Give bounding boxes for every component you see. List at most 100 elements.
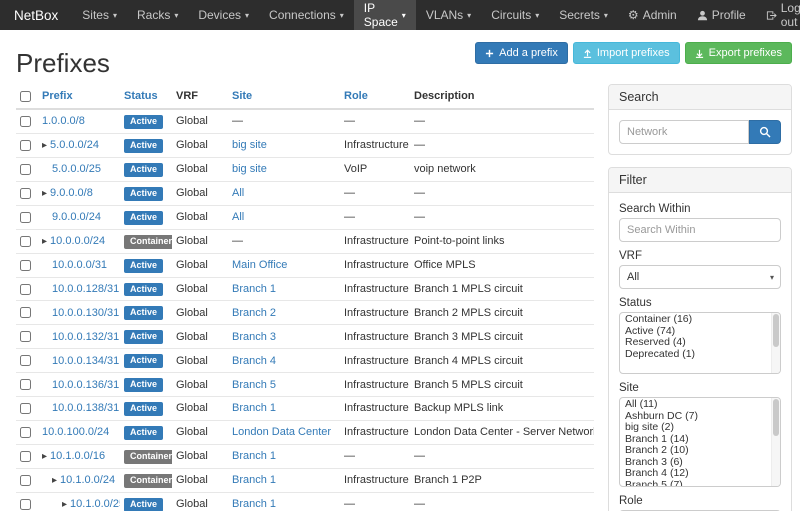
listbox-option[interactable]: Container (16) — [620, 314, 780, 326]
prefix-link[interactable]: 5.0.0.0/25 — [52, 163, 101, 175]
table-row: ▸9.0.0.0/8ActiveGlobalAll—— — [16, 181, 594, 205]
column-header-site[interactable]: Site — [228, 84, 340, 109]
site-link[interactable]: Branch 5 — [232, 379, 276, 391]
prefix-link[interactable]: 10.0.0.138/31 — [52, 402, 119, 414]
prefix-link[interactable]: 10.0.0.130/31 — [52, 307, 119, 319]
row-checkbox[interactable] — [20, 284, 31, 295]
nav-item-label: Log out — [781, 1, 800, 29]
listbox-option[interactable]: big site (2) — [620, 422, 780, 434]
prefix-link[interactable]: 9.0.0.0/8 — [50, 187, 93, 199]
prefix-link[interactable]: 10.0.0.132/31 — [52, 331, 119, 343]
prefix-link[interactable]: 10.1.0.0/24 — [60, 474, 115, 486]
nav-item-sites[interactable]: Sites▾ — [72, 0, 127, 30]
nav-item-racks[interactable]: Racks▾ — [127, 0, 188, 30]
site-link[interactable]: Branch 1 — [232, 498, 276, 510]
row-checkbox[interactable] — [20, 403, 31, 414]
row-checkbox[interactable] — [20, 499, 31, 510]
row-checkbox[interactable] — [20, 379, 31, 390]
prefix-link[interactable]: 10.0.0.0/31 — [52, 259, 107, 271]
row-checkbox[interactable] — [20, 307, 31, 318]
row-checkbox[interactable] — [20, 212, 31, 223]
prefix-link[interactable]: 10.0.0.0/24 — [50, 235, 105, 247]
add-a-prefix-button[interactable]: Add a prefix — [475, 42, 568, 64]
listbox-option[interactable]: Reserved (4) — [620, 337, 780, 349]
nav-item-devices[interactable]: Devices▾ — [188, 0, 259, 30]
column-header-status[interactable]: Status — [120, 84, 172, 109]
site-link[interactable]: Branch 4 — [232, 355, 276, 367]
listbox-option[interactable]: Deprecated (1) — [620, 349, 780, 361]
site-link[interactable]: Branch 3 — [232, 331, 276, 343]
site-link[interactable]: Branch 1 — [232, 474, 276, 486]
column-header-role[interactable]: Role — [340, 84, 410, 109]
select-all-checkbox[interactable] — [20, 91, 31, 102]
prefix-link[interactable]: 1.0.0.0/8 — [42, 115, 85, 127]
status-badge: Active — [124, 402, 163, 416]
row-checkbox[interactable] — [20, 140, 31, 151]
site-link[interactable]: Branch 1 — [232, 283, 276, 295]
role-value: — — [344, 187, 355, 199]
prefix-link[interactable]: 10.1.0.0/16 — [50, 450, 105, 462]
prefix-link[interactable]: 5.0.0.0/24 — [50, 139, 99, 151]
row-checkbox[interactable] — [20, 331, 31, 342]
site-link[interactable]: All — [232, 211, 244, 223]
nav-item-profile[interactable]: Profile — [687, 0, 756, 30]
listbox-option[interactable]: Active (74) — [620, 326, 780, 338]
row-checkbox[interactable] — [20, 451, 31, 462]
status-listbox[interactable]: Container (16)Active (74)Reserved (4)Dep… — [619, 312, 781, 374]
scrollbar[interactable] — [771, 313, 780, 373]
site-link[interactable]: All — [232, 187, 244, 199]
row-checkbox[interactable] — [20, 355, 31, 366]
vrf-value: Global — [176, 187, 208, 199]
nav-item-secrets[interactable]: Secrets▾ — [549, 0, 618, 30]
nav-item-admin[interactable]: ⚙Admin — [618, 0, 687, 30]
column-header-prefix[interactable]: Prefix — [38, 84, 120, 109]
role-value: Infrastructure — [344, 474, 409, 486]
scrollbar-thumb[interactable] — [773, 314, 779, 347]
prefix-link[interactable]: 10.0.0.134/31 — [52, 355, 119, 367]
vrf-select[interactable]: All ▾ — [619, 265, 781, 289]
search-input[interactable] — [619, 120, 749, 144]
row-checkbox[interactable] — [20, 164, 31, 175]
site-link[interactable]: Branch 2 — [232, 307, 276, 319]
listbox-option[interactable]: All (11) — [620, 399, 780, 411]
listbox-option[interactable]: Branch 4 (12) — [620, 468, 780, 480]
status-badge: Active — [124, 139, 163, 153]
prefix-link[interactable]: 10.0.0.136/31 — [52, 379, 119, 391]
row-checkbox[interactable] — [20, 260, 31, 271]
site-link[interactable]: London Data Center — [232, 426, 331, 438]
prefix-link[interactable]: 9.0.0.0/24 — [52, 211, 101, 223]
prefix-link[interactable]: 10.1.0.0/25 — [70, 498, 120, 510]
row-checkbox[interactable] — [20, 188, 31, 199]
nav-item-circuits[interactable]: Circuits▾ — [481, 0, 549, 30]
row-checkbox[interactable] — [20, 116, 31, 127]
status-badge: Container — [124, 235, 172, 249]
site-link[interactable]: Main Office — [232, 259, 287, 271]
listbox-option[interactable]: Ashburn DC (7) — [620, 411, 780, 423]
nav-item-ip-space[interactable]: IP Space▾ — [354, 0, 416, 30]
site-link[interactable]: big site — [232, 163, 267, 175]
export-prefixes-button[interactable]: Export prefixes — [685, 42, 792, 64]
nav-item-connections[interactable]: Connections▾ — [259, 0, 354, 30]
listbox-option[interactable]: Branch 3 (6) — [620, 457, 780, 469]
nav-item-label: VLANs — [426, 8, 463, 22]
row-checkbox[interactable] — [20, 475, 31, 486]
brand[interactable]: NetBox — [0, 0, 72, 30]
row-checkbox[interactable] — [20, 236, 31, 247]
nav-item-vlans[interactable]: VLANs▾ — [416, 0, 481, 30]
search-within-input[interactable] — [619, 218, 781, 242]
scrollbar[interactable] — [771, 398, 780, 486]
nav-item-log-out[interactable]: Log out — [756, 0, 800, 30]
import-prefixes-button[interactable]: Import prefixes — [573, 42, 680, 64]
listbox-option[interactable]: Branch 5 (7) — [620, 480, 780, 488]
row-checkbox[interactable] — [20, 427, 31, 438]
scrollbar-thumb[interactable] — [773, 399, 779, 436]
listbox-option[interactable]: Branch 1 (14) — [620, 434, 780, 446]
site-link[interactable]: big site — [232, 139, 267, 151]
site-link[interactable]: Branch 1 — [232, 450, 276, 462]
search-button[interactable] — [749, 120, 781, 144]
site-listbox[interactable]: All (11)Ashburn DC (7)big site (2)Branch… — [619, 397, 781, 487]
prefix-link[interactable]: 10.0.100.0/24 — [42, 426, 109, 438]
site-link[interactable]: Branch 1 — [232, 402, 276, 414]
prefix-link[interactable]: 10.0.0.128/31 — [52, 283, 119, 295]
listbox-option[interactable]: Branch 2 (10) — [620, 445, 780, 457]
